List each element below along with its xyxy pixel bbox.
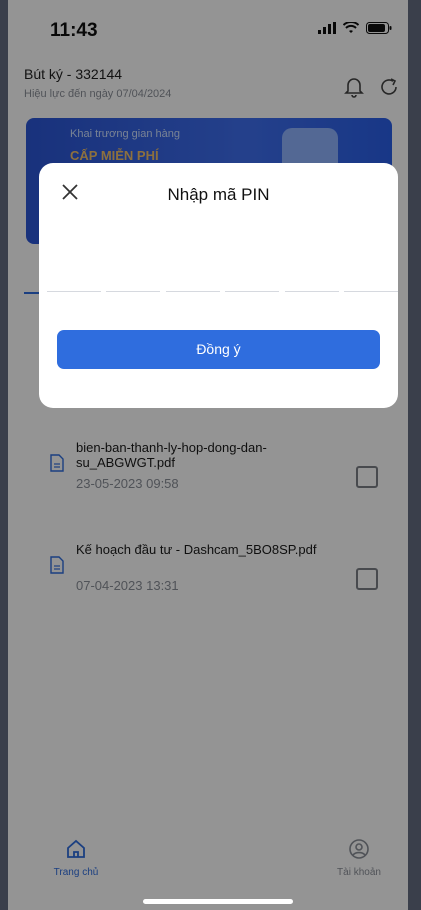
pin-digit-field[interactable] xyxy=(343,267,398,292)
modal-backdrop[interactable] xyxy=(8,0,408,910)
pin-digit-field[interactable] xyxy=(165,267,220,292)
confirm-button[interactable]: Đồng ý xyxy=(57,330,380,369)
device-bezel-right xyxy=(408,0,421,910)
dialog-title: Nhập mã PIN xyxy=(167,185,270,204)
device-bezel-left xyxy=(0,0,8,910)
pin-input-row[interactable] xyxy=(47,267,398,292)
pin-digit-field[interactable] xyxy=(225,267,280,292)
pin-digit-field[interactable] xyxy=(284,267,339,292)
phone-screen: 11:43 Bút ký - 332144 Hiệu lực đến ngày xyxy=(8,0,408,910)
pin-digit-field[interactable] xyxy=(47,267,101,292)
pin-dialog: Nhập mã PIN Đồng ý xyxy=(39,163,398,408)
pin-digit-field[interactable] xyxy=(106,267,161,292)
home-indicator xyxy=(143,899,293,904)
